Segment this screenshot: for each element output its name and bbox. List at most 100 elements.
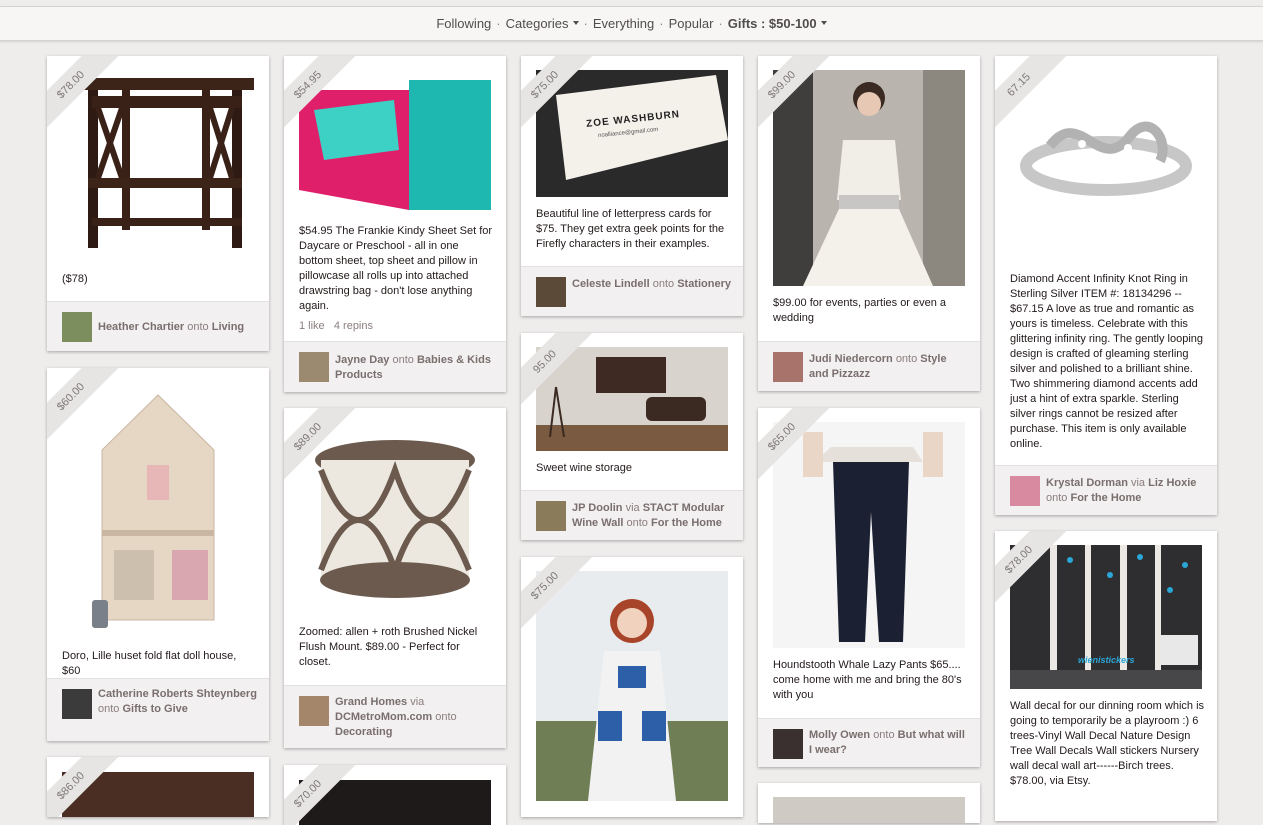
- pinner-link[interactable]: JP Doolin: [572, 502, 623, 514]
- pinner-link[interactable]: Heather Chartier: [98, 321, 184, 333]
- via-text: via: [625, 502, 640, 514]
- nav-categories[interactable]: Categories: [506, 16, 579, 31]
- pin-image[interactable]: ZOE WASHBURN noalliance@gmail.com: [536, 70, 728, 197]
- pin-card[interactable]: $75.00 ZOE WASHBURN noalliance@gmail.com…: [521, 56, 743, 316]
- pin-image[interactable]: wienistickers: [1010, 545, 1202, 689]
- pin-card[interactable]: $99.00 $99.00 for events, parties or eve…: [758, 56, 980, 391]
- pin-image[interactable]: [536, 571, 728, 801]
- attribution-text: Catherine Roberts Shteynberg onto Gifts …: [98, 687, 258, 717]
- pin-card[interactable]: $78.00 ($78) Heather Chartier onto Livin…: [47, 56, 269, 351]
- pin-card[interactable]: $60.00 Doro, Lille huset fold flat doll …: [47, 368, 269, 741]
- pin-description: $54.95 The Frankie Kindy Sheet Set for D…: [299, 225, 493, 312]
- onto-text: onto: [435, 711, 457, 723]
- pin-image[interactable]: [62, 380, 254, 640]
- pin-image[interactable]: [299, 70, 491, 214]
- attribution-text: Grand Homes via DCMetroMom.com onto Deco…: [335, 695, 495, 740]
- attribution-text: JP Doolin via STACT Modular Wine Wall on…: [572, 501, 732, 531]
- pin-card[interactable]: $86.00: [47, 757, 269, 817]
- pin-image[interactable]: [299, 420, 491, 615]
- pin-card[interactable]: $89.00 Zoomed: allen + roth Brushed Nick…: [284, 408, 506, 748]
- attribution-text: Judi Niedercorn onto Style and Pizzazz: [809, 352, 969, 382]
- pin-card[interactable]: 95.00 Sweet wine storage JP Doolin via S…: [521, 333, 743, 540]
- pinner-link[interactable]: Krystal Dorman: [1046, 477, 1128, 489]
- pinner-link[interactable]: Grand Homes: [335, 696, 407, 708]
- via-text: via: [1130, 477, 1146, 489]
- pinner-link[interactable]: Catherine Roberts Shteynberg: [98, 688, 257, 700]
- onto-text: onto: [392, 354, 414, 366]
- pin-attribution: Heather Chartier onto Living: [47, 301, 269, 351]
- source-link[interactable]: DCMetroMom.com: [335, 711, 432, 723]
- top-nav-bar: Following · Categories · Everything · Po…: [0, 6, 1263, 41]
- board-link[interactable]: Decorating: [335, 726, 392, 738]
- decal-watermark: wienistickers: [1078, 655, 1135, 665]
- board-link[interactable]: Gifts to Give: [122, 703, 187, 715]
- onto-text: onto: [895, 353, 918, 365]
- pin-description: Houndstooth Whale Lazy Pants $65.... com…: [773, 659, 962, 701]
- pinner-link[interactable]: Judi Niedercorn: [809, 353, 893, 365]
- pin-card[interactable]: $54.95 $54.95 The Frankie Kindy Sheet Se…: [284, 56, 506, 392]
- board-link[interactable]: For the Home: [1070, 492, 1141, 504]
- pin-description: Diamond Accent Infinity Knot Ring in Ste…: [1010, 273, 1204, 450]
- onto-text: onto: [626, 517, 648, 529]
- avatar[interactable]: [773, 729, 803, 759]
- pin-attribution: JP Doolin via STACT Modular Wine Wall on…: [521, 490, 743, 540]
- pin-description: Wall decal for our dinning room which is…: [1010, 700, 1205, 787]
- chevron-down-icon: [820, 20, 827, 25]
- nav-separator: ·: [496, 16, 501, 31]
- repin-count[interactable]: 4 repins: [334, 320, 373, 332]
- pin-card[interactable]: $78.00 wienistickers Wall decal for our …: [995, 531, 1217, 821]
- board-link[interactable]: Living: [212, 321, 244, 333]
- pin-attribution: Judi Niedercorn onto Style and Pizzazz: [758, 341, 980, 391]
- avatar[interactable]: [299, 696, 329, 726]
- avatar[interactable]: [536, 277, 566, 307]
- avatar[interactable]: [536, 501, 566, 531]
- pin-description: $99.00 for events, parties or even a wed…: [773, 297, 947, 324]
- pin-card[interactable]: $75.00: [521, 557, 743, 817]
- attribution-text: Heather Chartier onto Living: [98, 320, 258, 335]
- attribution-text: Jayne Day onto Babies & Kids Products: [335, 353, 495, 383]
- nav-gifts[interactable]: Gifts : $50-100: [728, 16, 827, 31]
- pin-image[interactable]: [773, 422, 965, 648]
- board-link[interactable]: For the Home: [651, 517, 722, 529]
- pin-attribution: Molly Owen onto But what will I wear?: [758, 718, 980, 767]
- pin-image[interactable]: [1010, 86, 1202, 226]
- pin-image[interactable]: [773, 70, 965, 286]
- onto-text: onto: [652, 278, 675, 290]
- nav-separator: ·: [583, 16, 588, 31]
- pin-attribution: Krystal Dorman via Liz Hoxie onto For th…: [995, 465, 1217, 515]
- pin-card[interactable]: 67.15 Diamond Accent Infinity Knot Ring …: [995, 56, 1217, 515]
- pin-card[interactable]: [758, 783, 980, 823]
- avatar[interactable]: [773, 352, 803, 382]
- onto-text: onto: [98, 703, 120, 715]
- pin-attribution: Jayne Day onto Babies & Kids Products: [284, 341, 506, 392]
- pin-image[interactable]: [62, 68, 254, 258]
- pinner-link[interactable]: Celeste Lindell: [572, 278, 650, 290]
- pin-description: Doro, Lille huset fold flat doll house, …: [62, 650, 237, 677]
- nav-popular[interactable]: Popular: [669, 16, 714, 31]
- pin-attribution: Grand Homes via DCMetroMom.com onto Deco…: [284, 685, 506, 748]
- chevron-down-icon: [572, 20, 579, 25]
- pin-attribution: Celeste Lindell onto Stationery: [521, 266, 743, 316]
- avatar[interactable]: [1010, 476, 1040, 506]
- avatar[interactable]: [299, 352, 329, 382]
- attribution-text: Molly Owen onto But what will I wear?: [809, 728, 969, 758]
- pin-image[interactable]: [773, 797, 965, 823]
- pin-image[interactable]: [536, 347, 728, 451]
- like-count[interactable]: 1 like: [299, 320, 325, 332]
- pin-attribution: Catherine Roberts Shteynberg onto Gifts …: [47, 678, 269, 741]
- pin-description: Zoomed: allen + roth Brushed Nickel Flus…: [299, 626, 478, 668]
- attribution-text: Celeste Lindell onto Stationery: [572, 277, 732, 292]
- pinner-link[interactable]: Jayne Day: [335, 354, 389, 366]
- nav-everything[interactable]: Everything: [593, 16, 654, 31]
- pinner-link[interactable]: Molly Owen: [809, 729, 870, 741]
- nav-separator: ·: [718, 16, 723, 31]
- avatar[interactable]: [62, 312, 92, 342]
- via-text: via: [410, 696, 425, 708]
- source-link[interactable]: Liz Hoxie: [1148, 477, 1196, 489]
- pin-card[interactable]: $70.00: [284, 765, 506, 825]
- nav-following[interactable]: Following: [436, 16, 491, 31]
- onto-text: onto: [187, 321, 209, 333]
- board-link[interactable]: Stationery: [677, 278, 731, 290]
- avatar[interactable]: [62, 689, 92, 719]
- pin-card[interactable]: $65.00 Houndstooth Whale Lazy Pants $65.…: [758, 408, 980, 767]
